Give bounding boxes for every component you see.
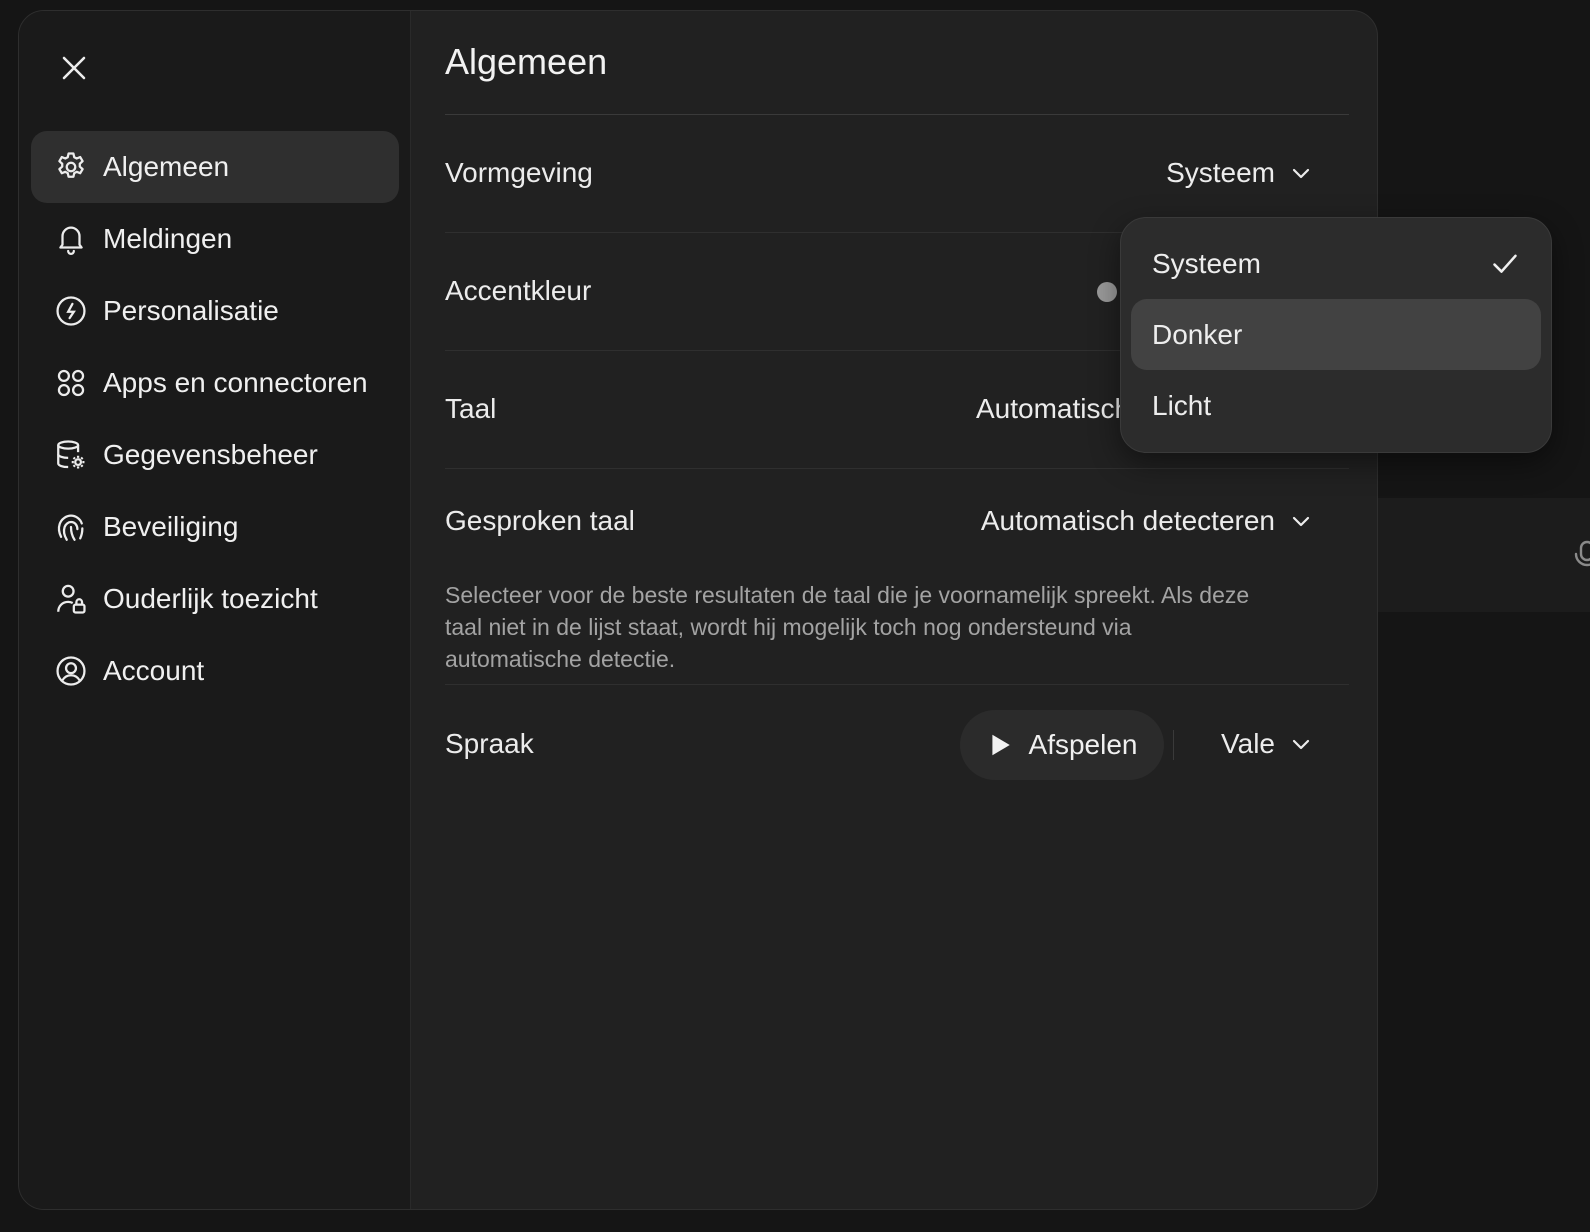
spoken-language-select[interactable]: Automatisch detecteren xyxy=(981,505,1313,537)
appearance-value: Systeem xyxy=(1166,157,1275,188)
apps-icon xyxy=(53,365,89,401)
sidebar-item-label: Account xyxy=(103,655,205,686)
chevron-down-icon xyxy=(1292,739,1310,750)
appearance-dropdown-menu: Systeem Donker Licht xyxy=(1120,217,1552,453)
page-title: Algemeen xyxy=(445,41,608,82)
close-icon xyxy=(62,56,86,80)
settings-content: Algemeen Vormgeving Systeem Accentkleur … xyxy=(445,11,1349,1209)
settings-nav: Algemeen Meldingen Personalisatie Apps e… xyxy=(31,131,399,707)
background-input-bar xyxy=(1360,498,1590,612)
chevron-down-icon xyxy=(1292,168,1310,179)
checkmark-icon xyxy=(1493,254,1517,273)
sidebar-item-data-controls[interactable]: Gegevensbeheer xyxy=(31,419,399,491)
settings-sidebar: Algemeen Meldingen Personalisatie Apps e… xyxy=(19,11,411,1209)
sidebar-item-apps[interactable]: Apps en connectoren xyxy=(31,347,399,419)
option-label: Licht xyxy=(1152,389,1212,421)
appearance-option-dark[interactable]: Donker xyxy=(1131,299,1541,370)
close-button[interactable] xyxy=(53,47,95,89)
sidebar-item-personalization[interactable]: Personalisatie xyxy=(31,275,399,347)
settings-modal: Algemeen Meldingen Personalisatie Apps e… xyxy=(18,10,1378,1210)
sidebar-item-parental-controls[interactable]: Ouderlijk toezicht xyxy=(31,563,399,635)
divider xyxy=(445,684,1349,685)
accent-color-label: Accentkleur xyxy=(445,275,592,306)
sidebar-item-label: Ouderlijk toezicht xyxy=(103,583,318,614)
sidebar-item-notifications[interactable]: Meldingen xyxy=(31,203,399,275)
play-voice-label: Afspelen xyxy=(1028,729,1138,760)
personalization-icon xyxy=(53,293,89,329)
sidebar-item-general[interactable]: Algemeen xyxy=(31,131,399,203)
sidebar-item-label: Meldingen xyxy=(103,223,233,254)
appearance-label: Vormgeving xyxy=(445,157,593,188)
gear-icon xyxy=(53,149,89,185)
appearance-option-light[interactable]: Licht xyxy=(1131,370,1541,441)
accent-color-swatch[interactable] xyxy=(1097,282,1117,302)
chevron-down-icon xyxy=(1292,516,1310,527)
play-icon xyxy=(991,734,1010,756)
option-label: Donker xyxy=(1152,318,1243,350)
sidebar-item-security[interactable]: Beveiliging xyxy=(31,491,399,563)
sidebar-item-label: Apps en connectoren xyxy=(103,367,368,398)
option-label: Systeem xyxy=(1152,247,1261,279)
spoken-language-value: Automatisch detecteren xyxy=(980,505,1275,536)
divider xyxy=(1173,730,1174,760)
divider xyxy=(445,468,1349,469)
user-lock-icon xyxy=(53,581,89,617)
sidebar-item-label: Algemeen xyxy=(103,151,230,182)
voice-select[interactable]: Vale xyxy=(1221,728,1313,760)
sidebar-item-label: Personalisatie xyxy=(103,295,279,326)
play-voice-button[interactable]: Afspelen xyxy=(960,710,1164,780)
sidebar-item-account[interactable]: Account xyxy=(31,635,399,707)
sidebar-item-label: Gegevensbeheer xyxy=(103,439,318,470)
database-gear-icon xyxy=(53,437,89,473)
spoken-language-description: Selecteer voor de beste resultaten de ta… xyxy=(445,582,1250,672)
appearance-option-system[interactable]: Systeem xyxy=(1131,228,1541,299)
user-circle-icon xyxy=(53,653,89,689)
bell-icon xyxy=(53,221,89,257)
language-value: Automatisch xyxy=(976,393,1131,424)
language-label: Taal xyxy=(445,393,497,424)
microphone-icon xyxy=(1572,540,1590,570)
divider xyxy=(445,114,1349,115)
fingerprint-icon xyxy=(53,509,89,545)
language-select[interactable]: Automatisch xyxy=(976,393,1130,425)
sidebar-item-label: Beveiliging xyxy=(103,511,239,542)
voice-label: Spraak xyxy=(445,728,534,759)
spoken-language-label: Gesproken taal xyxy=(445,505,635,536)
voice-value: Vale xyxy=(1221,728,1275,759)
appearance-select[interactable]: Systeem xyxy=(1166,157,1313,189)
